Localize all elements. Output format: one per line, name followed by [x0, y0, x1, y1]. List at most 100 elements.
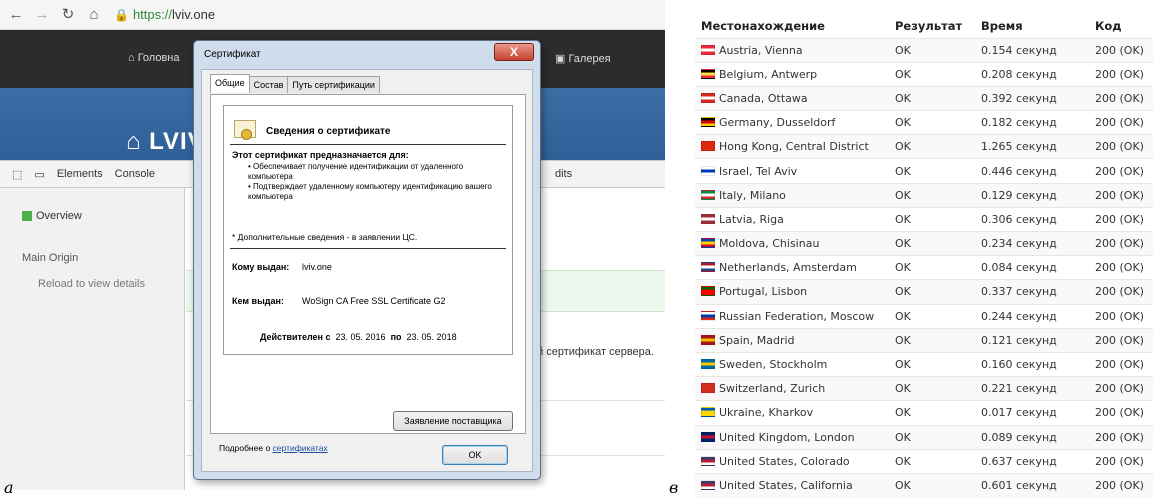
devtools-tab-elements[interactable]: Elements [57, 168, 103, 180]
certificate-info-box: Сведения о сертификате Этот сертификат п… [223, 105, 513, 355]
cell-time: 0.601 секунд [975, 472, 1089, 498]
screenshot-b: Местонахождение Результат Время Код Aust… [695, 14, 1153, 498]
cell-time: 0.446 секунд [975, 158, 1089, 184]
cell-time: 0.208 секунд [975, 61, 1089, 87]
flag-icon [701, 44, 715, 55]
cell-location: Belgium, Antwerp [695, 61, 889, 87]
tab-details[interactable]: Состав [248, 76, 289, 93]
sidebar-item-overview[interactable]: Overview [22, 210, 82, 222]
ok-button[interactable]: OK [442, 445, 508, 465]
cell-location: Austria, Vienna [695, 37, 889, 63]
server-cert-text: й сертификат сервера. [537, 346, 654, 358]
issued-to-label: Кому выдан: [232, 262, 290, 272]
sidebar-overview-label: Overview [36, 210, 82, 222]
cell-location: Ukraine, Kharkov [695, 400, 889, 425]
location-text: Germany, Dusseldorf [719, 116, 836, 130]
home-icon[interactable]: ⌂ [84, 5, 104, 25]
cell-code: 200 (OK) [1089, 327, 1153, 353]
cell-code: 200 (OK) [1089, 472, 1153, 498]
ca-note: * Дополнительные сведения - в заявлении … [232, 232, 418, 242]
table-row: Austria, Vienna OK 0.154 секунд 200 (OK) [695, 37, 1153, 63]
figure: ← → ↻ ⌂ 🔒 https://lviv.one ⌂ Головна ▣ Г… [0, 0, 1155, 500]
devtools-tab-console[interactable]: Console [115, 168, 155, 180]
cell-result: OK [889, 85, 975, 111]
location-text: Moldova, Chisinau [719, 237, 820, 251]
cell-result: OK [889, 255, 975, 280]
back-arrow-icon[interactable]: ← [6, 5, 26, 25]
cell-location: Portugal, Lisbon [695, 279, 889, 305]
url-host: lviv.one [171, 7, 216, 22]
validity-line: Действителен с 23. 05. 2016 по 23. 05. 2… [260, 332, 457, 342]
nav-home-link[interactable]: ⌂ Головна [128, 52, 180, 64]
devtools-sidebar: Overview Main Origin Reload to view deta… [0, 188, 185, 490]
table-row: United States, Colorado OK 0.637 секунд 200… [695, 448, 1153, 474]
cell-code: 200 (OK) [1089, 158, 1153, 184]
cell-time: 0.182 секунд [975, 110, 1089, 135]
flag-icon [701, 431, 715, 442]
table-row: Latvia, Riga OK 0.306 секунд 200 (OK) [695, 206, 1153, 232]
cell-time: 0.129 секунд [975, 182, 1089, 208]
device-icon[interactable]: ▭ [34, 168, 44, 181]
close-button[interactable]: X [494, 43, 534, 61]
flag-icon [701, 238, 715, 249]
cell-time: 0.084 секунд [975, 255, 1089, 280]
table-row: Switzerland, Zurich OK 0.221 секунд 200 (OK… [695, 376, 1153, 401]
cell-time: 0.337 секунд [975, 279, 1089, 305]
issued-by-value: WoSign CA Free SSL Certificate G2 [302, 296, 446, 306]
cell-code: 200 (OK) [1089, 230, 1153, 256]
reload-icon[interactable]: ↻ [58, 5, 78, 25]
nav-gallery-link[interactable]: ▣ Галерея [555, 52, 611, 65]
tab-general[interactable]: Общие [210, 74, 250, 93]
cell-time: 0.121 секунд [975, 327, 1089, 353]
location-text: Belgium, Antwerp [719, 67, 818, 81]
location-text: Sweden, Stockholm [719, 358, 828, 372]
table-row: Russian Federation, Moscow OK 0.244 секунд… [695, 303, 1153, 329]
cell-location: Switzerland, Zurich [695, 376, 889, 401]
cell-result: OK [889, 61, 975, 87]
flag-icon [701, 92, 715, 103]
sidebar-reload-hint[interactable]: Reload to view details [38, 278, 145, 290]
separator [230, 248, 506, 249]
cell-result: OK [889, 279, 975, 305]
issuer-statement-button[interactable]: Заявление поставщика [393, 411, 513, 431]
certificates-link[interactable]: сертификатах [273, 443, 328, 453]
forward-arrow-icon[interactable]: → [32, 5, 52, 25]
cell-time: 0.089 секунд [975, 424, 1089, 450]
cell-time: 0.221 секунд [975, 376, 1089, 401]
cell-time: 0.244 секунд [975, 303, 1089, 329]
url-field[interactable]: https://lviv.one [133, 7, 215, 22]
table-row: Israel, Tel Aviv OK 0.446 секунд 200 (OK) [695, 158, 1153, 184]
cell-code: 200 (OK) [1089, 182, 1153, 208]
shield-icon [22, 211, 32, 222]
cell-location: Spain, Madrid [695, 327, 889, 353]
location-text: Israel, Tel Aviv [719, 164, 798, 178]
valid-from-date: 23. 05. 2016 [335, 332, 386, 342]
cell-result: OK [889, 303, 975, 329]
cell-time: 0.306 секунд [975, 206, 1089, 232]
dialog-title: Сертификат [204, 49, 261, 60]
location-text: Canada, Ottawa [719, 91, 808, 105]
learn-more-prefix: Подробнее о [219, 443, 273, 453]
figure-label-b: в [669, 478, 679, 497]
header-result: Результат [895, 18, 963, 33]
flag-icon [701, 117, 715, 128]
cell-location: Canada, Ottawa [695, 85, 889, 111]
cell-result: OK [889, 376, 975, 401]
table-row: Moldova, Chisinau OK 0.234 секунд 200 (OK) [695, 230, 1153, 256]
purpose-item: • Подтверждает удаленному компьютеру иде… [248, 182, 492, 201]
devtools-tab-audits[interactable]: dits [555, 168, 572, 180]
cell-location: Israel, Tel Aviv [695, 158, 889, 184]
location-text: Russian Federation, Moscow [719, 309, 875, 323]
inspect-icon[interactable]: ⬚ [12, 168, 22, 181]
issued-to-value: lviv.one [302, 262, 332, 272]
flag-icon [701, 334, 715, 345]
cell-time: 0.160 секунд [975, 351, 1089, 377]
tab-certification-path[interactable]: Путь сертификации [287, 76, 380, 93]
flag-icon [701, 407, 715, 418]
flag-icon [701, 310, 715, 321]
location-text: United States, California [719, 479, 853, 493]
cell-code: 200 (OK) [1089, 85, 1153, 111]
table-row: Hong Kong, Central District OK 1.265 секун… [695, 134, 1153, 159]
screenshot-a: ← → ↻ ⌂ 🔒 https://lviv.one ⌂ Головна ▣ Г… [0, 0, 665, 490]
header-code: Код [1095, 18, 1122, 33]
